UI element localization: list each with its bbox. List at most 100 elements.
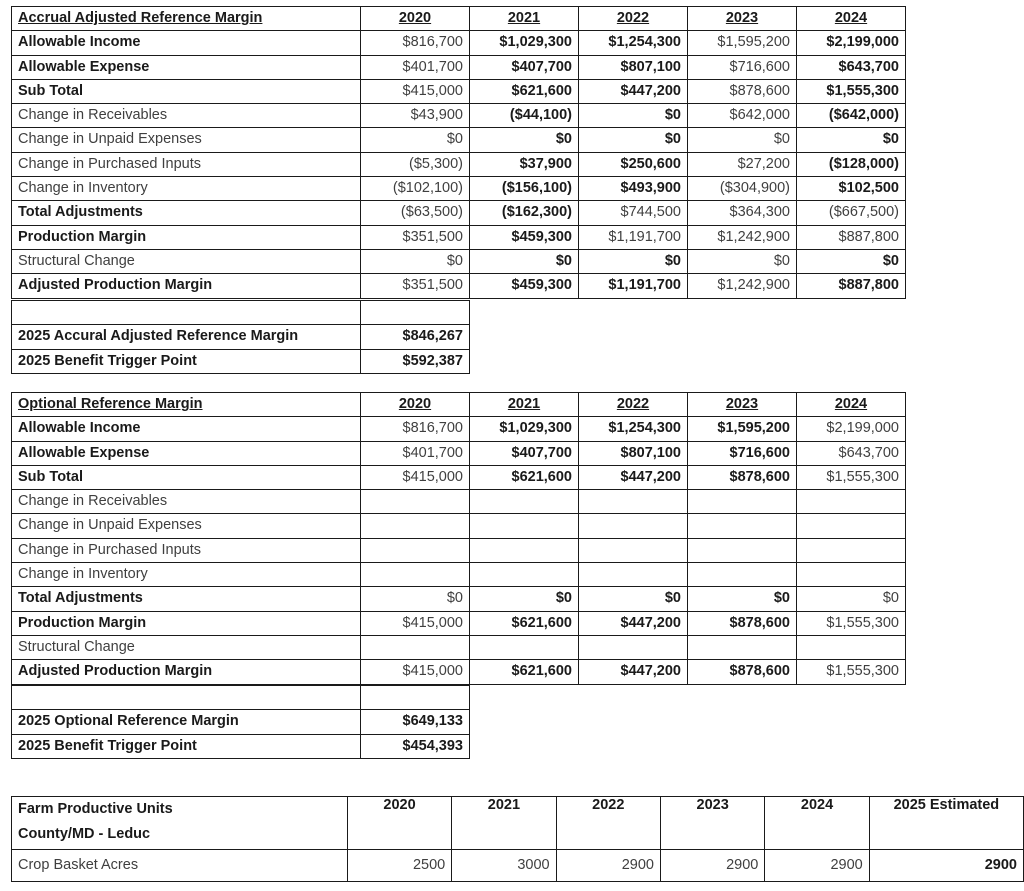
table-row: Change in Unpaid Expenses $0 $0 $0 $0 $0 bbox=[11, 127, 906, 153]
cell-value: $1,254,300 bbox=[578, 30, 688, 56]
table-row: Allowable Expense $401,700 $407,700 $807,10… bbox=[11, 54, 906, 80]
summary-row: 2025 Optional Reference Margin $649,133 bbox=[11, 709, 470, 735]
cell-value: $1,595,200 bbox=[687, 30, 797, 56]
row-label: Total Adjustments bbox=[11, 200, 361, 226]
cell-value: $1,595,200 bbox=[687, 416, 797, 442]
cell-value bbox=[687, 513, 797, 539]
column-header-2022: 2022 bbox=[578, 391, 688, 418]
table-row: Sub Total $415,000 $621,600 $447,200 $878,60… bbox=[11, 78, 906, 105]
cell-value bbox=[578, 489, 688, 515]
cell-value: $0 bbox=[360, 127, 470, 153]
fpu-title-cell: Farm Productive Units County/MD - Leduc bbox=[11, 796, 348, 850]
row-label: Change in Receivables bbox=[11, 489, 361, 515]
cell-value: $351,500 bbox=[360, 273, 470, 299]
cell-value: $621,600 bbox=[469, 610, 579, 636]
summary-spacer-row bbox=[11, 684, 470, 711]
summary-row: 2025 Benefit Trigger Point $592,387 bbox=[11, 348, 470, 374]
cell-value bbox=[796, 562, 906, 588]
column-header-2020: 2020 bbox=[360, 391, 470, 418]
cell-value bbox=[578, 562, 688, 588]
table-row: Structural Change $0 $0 $0 $0 $0 bbox=[11, 248, 906, 275]
summary-row: 2025 Benefit Trigger Point $454,393 bbox=[11, 733, 470, 759]
row-label: Allowable Income bbox=[11, 30, 361, 56]
cell-value: $351,500 bbox=[360, 224, 470, 250]
fpu-row-label: Crop Basket Acres bbox=[11, 849, 348, 882]
table-title: Optional Reference Margin bbox=[11, 391, 361, 418]
table-title: Accrual Adjusted Reference Margin bbox=[11, 5, 361, 32]
cell-value bbox=[687, 537, 797, 564]
cell-value: $1,555,300 bbox=[796, 78, 906, 105]
summary-spacer-row bbox=[11, 299, 470, 326]
cell-value: $621,600 bbox=[469, 78, 579, 105]
cell-value: $1,254,300 bbox=[578, 416, 688, 442]
row-label: Structural Change bbox=[11, 634, 361, 661]
cell-value: $642,000 bbox=[687, 103, 797, 129]
row-label: Adjusted Production Margin bbox=[11, 273, 361, 299]
cell-value bbox=[578, 634, 688, 661]
cell-value: $621,600 bbox=[469, 464, 579, 491]
cell-value: $1,555,300 bbox=[796, 464, 906, 491]
cell-value bbox=[469, 634, 579, 661]
column-header-2021: 2021 bbox=[469, 391, 579, 418]
cell-value: $364,300 bbox=[687, 200, 797, 226]
cell-value: $415,000 bbox=[360, 659, 470, 685]
table-header-row: Optional Reference Margin 2020 2021 2022 202… bbox=[11, 391, 906, 418]
summary-value: $649,133 bbox=[360, 709, 470, 735]
summary-value: $846,267 bbox=[360, 324, 470, 350]
cell-value: $2,199,000 bbox=[796, 30, 906, 56]
cell-value: $0 bbox=[687, 248, 797, 275]
table-row: Sub Total $415,000 $621,600 $447,200 $878,60… bbox=[11, 464, 906, 491]
cell-value bbox=[687, 634, 797, 661]
fpu-cell-value: 3000 bbox=[451, 849, 557, 882]
cell-value: $0 bbox=[469, 586, 579, 612]
optional-reference-margin-table: Optional Reference Margin 2020 2021 2022 202… bbox=[11, 391, 906, 685]
cell-value: $0 bbox=[469, 127, 579, 153]
spreadsheet-canvas: Accrual Adjusted Reference Margin 2020 202… bbox=[0, 0, 1024, 891]
column-header-2022: 2022 bbox=[578, 5, 688, 32]
cell-value: $415,000 bbox=[360, 610, 470, 636]
cell-value bbox=[469, 513, 579, 539]
summary-label: 2025 Accural Adjusted Reference Margin bbox=[11, 324, 361, 350]
cell-value: $0 bbox=[360, 248, 470, 275]
summary-value: $592,387 bbox=[360, 348, 470, 374]
cell-value: $407,700 bbox=[469, 440, 579, 466]
fpu-cell-value: 2500 bbox=[346, 849, 453, 882]
fpu-cell-value: 2900 bbox=[764, 849, 870, 882]
table-row: Adjusted Production Margin $351,500 $459,3… bbox=[11, 273, 906, 299]
cell-value: $102,500 bbox=[796, 176, 906, 202]
fpu-cell-value: 2900 bbox=[659, 849, 766, 882]
cell-value: $401,700 bbox=[360, 440, 470, 466]
table-row: Change in Purchased Inputs bbox=[11, 537, 906, 564]
cell-value: $807,100 bbox=[578, 54, 688, 80]
accrual-summary-grid: 2025 Accural Adjusted Reference Margin $8… bbox=[11, 299, 470, 374]
row-label: Change in Purchased Inputs bbox=[11, 151, 361, 178]
table-row: Change in Receivables $43,900 ($44,100) $0 $… bbox=[11, 103, 906, 129]
summary-row: 2025 Accural Adjusted Reference Margin $8… bbox=[11, 324, 470, 350]
cell-value bbox=[578, 537, 688, 564]
optional-summary-table: 2025 Optional Reference Margin $649,133 20… bbox=[11, 684, 470, 759]
cell-value bbox=[360, 634, 470, 661]
summary-label: 2025 Optional Reference Margin bbox=[11, 709, 361, 735]
cell-value bbox=[796, 513, 906, 539]
table-row: Production Margin $351,500 $459,300 $1,191,… bbox=[11, 224, 906, 250]
cell-value: $415,000 bbox=[360, 78, 470, 105]
cell-value: $401,700 bbox=[360, 54, 470, 80]
cell-value: $0 bbox=[796, 248, 906, 275]
cell-value: $0 bbox=[796, 586, 906, 612]
row-label: Change in Unpaid Expenses bbox=[11, 513, 361, 539]
fpu-column-header-2025-estimated: 2025 Estimated bbox=[868, 796, 1024, 850]
cell-value: $0 bbox=[796, 127, 906, 153]
fpu-cell-value: 2900 bbox=[868, 849, 1024, 882]
cell-value: $447,200 bbox=[578, 610, 688, 636]
row-label: Total Adjustments bbox=[11, 586, 361, 612]
row-label: Change in Inventory bbox=[11, 562, 361, 588]
cell-value: $2,199,000 bbox=[796, 416, 906, 442]
column-header-2023: 2023 bbox=[687, 5, 797, 32]
table-row: Allowable Income $816,700 $1,029,300 $1,254… bbox=[11, 416, 906, 442]
cell-value: $0 bbox=[687, 127, 797, 153]
cell-value: $878,600 bbox=[687, 78, 797, 105]
cell-value: $643,700 bbox=[796, 54, 906, 80]
row-label: Allowable Expense bbox=[11, 440, 361, 466]
cell-value: ($304,900) bbox=[687, 176, 797, 202]
optional-summary-grid: 2025 Optional Reference Margin $649,133 20… bbox=[11, 684, 470, 759]
